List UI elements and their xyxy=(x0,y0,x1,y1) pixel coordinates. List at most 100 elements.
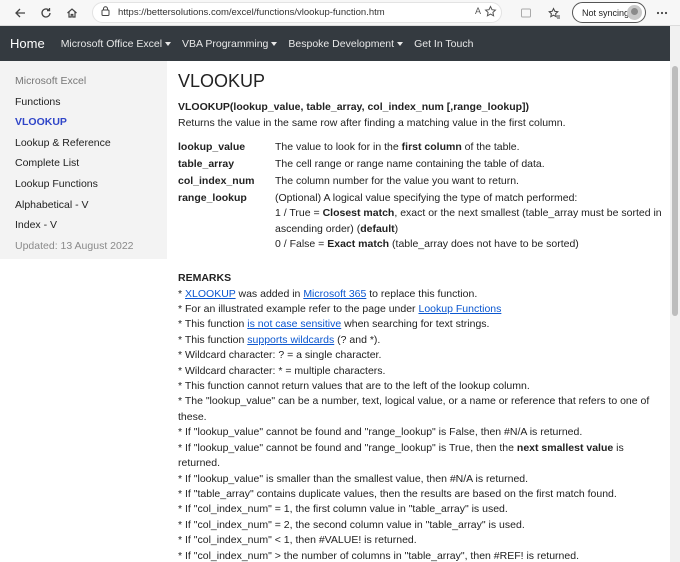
inline-link[interactable]: is not case sensitive xyxy=(247,318,341,330)
text-run: ) xyxy=(394,222,399,235)
sidebar-item-index-v[interactable]: Index - V xyxy=(0,215,167,236)
remark-item: * If "col_index_num" < 1, then #VALUE! i… xyxy=(178,533,664,548)
arguments-list: lookup_value The value to look for in the… xyxy=(178,140,664,253)
argument-description: The cell range or range name containing … xyxy=(275,157,664,172)
text-run: (? and *). xyxy=(334,333,381,346)
text-run: 1 / True = xyxy=(275,207,323,220)
remark-item: * This function is not case sensitive wh… xyxy=(178,317,664,332)
sidebar: Microsoft Excel Functions VLOOKUP Lookup… xyxy=(0,61,167,259)
refresh-icon[interactable] xyxy=(36,3,56,23)
function-description: Returns the value in the same row after … xyxy=(178,117,566,129)
text-run: * If "lookup_value" cannot be found and … xyxy=(178,426,583,439)
argument-row: lookup_value The value to look for in the… xyxy=(178,140,664,155)
text-run: when searching for text strings. xyxy=(341,318,490,331)
bold-text: default xyxy=(360,222,395,235)
text-run: * If "col_index_num" > the number of col… xyxy=(178,549,579,562)
argument-name: table_array xyxy=(178,158,235,170)
favorites-icon[interactable] xyxy=(544,3,564,23)
remark-item: * If "col_index_num" = 1, the first colu… xyxy=(178,502,664,517)
bold-text: Exact match xyxy=(327,238,390,251)
function-syntax: VLOOKUP(lookup_value, table_array, col_i… xyxy=(178,101,530,113)
nav-item-label: Bespoke Development xyxy=(288,37,395,50)
browser-toolbar: https://bettersolutions.com/excel/functi… xyxy=(0,0,680,26)
text-run: * If "col_index_num" < 1, then #VALUE! i… xyxy=(178,534,417,547)
text-run: of the table. xyxy=(461,141,520,153)
argument-name: col_index_num xyxy=(178,175,255,187)
split-screen-icon[interactable] xyxy=(516,3,536,23)
sidebar-item-vlookup[interactable]: VLOOKUP xyxy=(0,112,167,133)
text-run: * This function xyxy=(178,318,248,331)
inline-link[interactable]: Microsoft 365 xyxy=(303,288,366,300)
bold-text: Closest match xyxy=(322,207,395,220)
home-link[interactable]: Home xyxy=(10,36,45,51)
text-run: * xyxy=(178,287,186,300)
remark-item: * Wildcard character: * = multiple chara… xyxy=(178,364,664,379)
nav-item-vba-programming[interactable]: VBA Programming xyxy=(182,37,278,50)
sync-label: Not syncing xyxy=(582,7,630,18)
more-options-icon[interactable] xyxy=(652,3,672,23)
text-run: * If "table_array" contains duplicate va… xyxy=(178,487,617,500)
sidebar-item-complete-list[interactable]: Complete List xyxy=(0,153,167,174)
text-run: The cell range or range name containing … xyxy=(275,158,545,170)
inline-link[interactable]: supports wildcards xyxy=(247,334,334,346)
sidebar-item-functions[interactable]: Functions xyxy=(0,92,167,113)
favorite-add-icon[interactable] xyxy=(484,5,497,21)
sidebar-item-microsoft-excel[interactable]: Microsoft Excel xyxy=(0,71,167,92)
address-bar[interactable]: https://bettersolutions.com/excel/functi… xyxy=(92,2,502,23)
remark-item: * If "lookup_value" cannot be found and … xyxy=(178,425,664,440)
back-arrow-icon[interactable] xyxy=(10,3,30,23)
text-run: (Optional) A logical value specifying th… xyxy=(275,192,578,204)
caret-down-icon xyxy=(397,41,404,46)
remarks-list: * XLOOKUP was added in Microsoft 365 to … xyxy=(178,287,664,562)
remark-item: * If "table_array" contains duplicate va… xyxy=(178,487,664,502)
nav-item-get-in-touch[interactable]: Get In Touch xyxy=(414,38,473,50)
remarks-heading: REMARKS xyxy=(178,271,232,284)
inline-link[interactable]: XLOOKUP xyxy=(185,288,236,300)
text-run: * Wildcard character: * = multiple chara… xyxy=(178,364,386,377)
profile-sync-button[interactable]: Not syncing xyxy=(572,2,646,23)
remark-item: * Wildcard character: ? = a single chara… xyxy=(178,348,664,363)
remark-item: * This function supports wildcards (? an… xyxy=(178,333,664,348)
scrollbar-thumb[interactable] xyxy=(672,66,678,316)
text-run: * If "col_index_num" = 1, the first colu… xyxy=(178,503,508,516)
page-title: VLOOKUP xyxy=(178,71,266,91)
argument-row: table_array The cell range or range name … xyxy=(178,157,664,172)
avatar-icon xyxy=(627,5,642,20)
sidebar-item-lookup-functions[interactable]: Lookup Functions xyxy=(0,174,167,195)
main-content: VLOOKUP VLOOKUP(lookup_value, table_arra… xyxy=(178,68,664,562)
remark-item: * This function cannot return values tha… xyxy=(178,379,664,394)
remark-item: * If "lookup_value" is smaller than the … xyxy=(178,472,664,487)
remark-item: * XLOOKUP was added in Microsoft 365 to … xyxy=(178,287,664,302)
text-run: * The "lookup_value" can be a number, te… xyxy=(178,395,650,423)
argument-description: (Optional) A logical value specifying th… xyxy=(275,191,664,253)
remark-item: * If "lookup_value" cannot be found and … xyxy=(178,441,664,472)
url-text: https://bettersolutions.com/excel/functi… xyxy=(118,7,385,18)
nav-item-label: Microsoft Office Excel xyxy=(60,37,163,50)
sidebar-item-alphabetical-v[interactable]: Alphabetical - V xyxy=(0,195,167,216)
read-aloud-icon[interactable]: A xyxy=(475,6,481,16)
text-run: * If "lookup_value" cannot be found and … xyxy=(178,441,517,454)
caret-down-icon xyxy=(165,41,172,46)
remark-item: * The "lookup_value" can be a number, te… xyxy=(178,394,664,425)
text-run: was added in xyxy=(235,287,304,300)
home-icon[interactable] xyxy=(62,3,82,23)
inline-link[interactable]: Lookup Functions xyxy=(418,303,501,315)
nav-item-microsoft-office-excel[interactable]: Microsoft Office Excel xyxy=(60,37,172,50)
text-run: * If "lookup_value" is smaller than the … xyxy=(178,472,529,485)
sidebar-item-lookup-reference[interactable]: Lookup & Reference xyxy=(0,133,167,154)
text-run: 0 / False = xyxy=(275,238,328,251)
text-run: The column number for the value you want… xyxy=(275,175,519,187)
argument-description: The column number for the value you want… xyxy=(275,174,664,189)
text-run: to replace this function. xyxy=(366,287,478,300)
nav-item-label: VBA Programming xyxy=(182,37,269,50)
nav-item-bespoke-development[interactable]: Bespoke Development xyxy=(288,37,404,50)
text-run: * For an illustrated example refer to th… xyxy=(178,303,419,316)
nav-item-label: Get In Touch xyxy=(414,37,474,50)
bold-text: first column xyxy=(401,141,462,153)
text-run: * Wildcard character: ? = a single chara… xyxy=(178,349,382,362)
text-run: * If "col_index_num" = 2, the second col… xyxy=(178,518,525,531)
remark-item: * If "col_index_num" = 2, the second col… xyxy=(178,518,664,533)
page-scrollbar[interactable] xyxy=(670,26,680,562)
argument-row: range_lookup (Optional) A logical value s… xyxy=(178,191,664,253)
argument-name: range_lookup xyxy=(178,192,247,204)
